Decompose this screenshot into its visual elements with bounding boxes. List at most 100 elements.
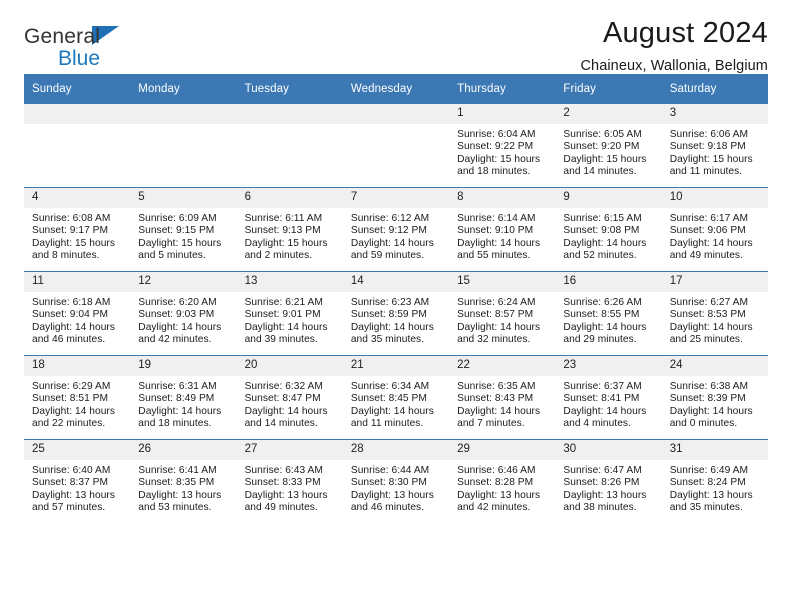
calendar-day-cell[interactable]: 6 Sunrise: 6:11 AM Sunset: 9:13 PM Daylight… [236,187,343,272]
calendar-day-cell[interactable]: 18 Sunrise: 6:29 AM Sunset: 8:51 PM Dayligh… [24,355,131,440]
page-title: August 2024 [602,17,768,49]
daylight-text: Daylight: 15 hours and 2 minutes. [244,237,328,262]
sunrise-text: Sunrise: 6:17 AM [669,213,749,224]
calendar-page: General Blue August 2024 Chaineux, Wallo… [0,0,792,612]
sunset-text: Sunset: 9:18 PM [669,141,746,153]
calendar-body: 1 Sunrise: 6:04 AM Sunset: 9:22 PM Daylight… [24,103,768,523]
calendar-day-cell[interactable]: 13 Sunrise: 6:21 AM Sunset: 9:01 PM Dayligh… [236,271,343,356]
title-block: August 2024 Chaineux, Wallonia, Belgium [580,0,768,74]
day-number: 9 [555,188,662,208]
day-details: Sunrise: 6:23 AM Sunset: 8:59 PM Daylight:… [343,292,449,347]
calendar-day-cell[interactable]: 11 Sunrise: 6:18 AM Sunset: 9:04 PM Dayligh… [24,271,131,356]
calendar-day-cell[interactable]: 16 Sunrise: 6:26 AM Sunset: 8:55 PM Dayligh… [555,271,662,356]
sunset-text: Sunset: 9:12 PM [350,225,427,237]
sunrise-text: Sunrise: 6:06 AM [669,129,749,140]
brand-name-general: General [24,25,101,48]
day-details: Sunrise: 6:34 AM Sunset: 8:45 PM Daylight:… [343,376,449,431]
calendar-day-cell[interactable]: 15 Sunrise: 6:24 AM Sunset: 8:57 PM Dayligh… [449,271,556,356]
brand-name-blue: Blue [58,47,101,70]
sunset-text: Sunset: 9:13 PM [244,225,321,237]
sunrise-text: Sunrise: 6:46 AM [457,465,536,476]
daylight-text: Daylight: 14 hours and 32 minutes. [457,321,541,346]
sunset-text: Sunset: 8:45 PM [350,393,427,405]
day-details: Sunrise: 6:31 AM Sunset: 8:49 PM Daylight:… [130,376,236,431]
calendar-day-cell[interactable]: 26 Sunrise: 6:41 AM Sunset: 8:35 PM Dayligh… [130,439,237,523]
day-number: 5 [130,188,237,208]
calendar-day-cell[interactable]: 22 Sunrise: 6:35 AM Sunset: 8:43 PM Dayligh… [449,355,556,440]
calendar-week-row: 4 Sunrise: 6:08 AM Sunset: 9:17 PM Daylight… [24,187,768,272]
day-details: Sunrise: 6:43 AM Sunset: 8:33 PM Daylight:… [237,460,343,515]
daylight-text: Daylight: 14 hours and 49 minutes. [669,237,753,262]
sunset-text: Sunset: 9:04 PM [32,309,109,321]
day-number: 4 [24,188,131,208]
daylight-text: Daylight: 14 hours and 18 minutes. [138,405,222,430]
calendar-day-cell[interactable]: 1 Sunrise: 6:04 AM Sunset: 9:22 PM Daylight… [449,103,556,188]
day-details: Sunrise: 6:11 AM Sunset: 9:13 PM Daylight:… [237,208,343,263]
calendar-day-cell[interactable]: 5 Sunrise: 6:09 AM Sunset: 9:15 PM Daylight… [130,187,237,272]
brand-logo[interactable]: General Blue [24,0,120,70]
day-number: 28 [342,440,450,460]
sunset-text: Sunset: 8:59 PM [350,309,427,321]
calendar-day-cell[interactable]: 8 Sunrise: 6:14 AM Sunset: 9:10 PM Daylight… [449,187,556,272]
calendar-day-cell[interactable]: 10 Sunrise: 6:17 AM Sunset: 9:06 PM Dayligh… [661,187,768,272]
calendar-week-row: 1 Sunrise: 6:04 AM Sunset: 9:22 PM Daylight… [24,103,768,188]
sunset-text: Sunset: 8:53 PM [669,309,746,321]
sunset-text: Sunset: 8:47 PM [244,393,321,405]
day-number [236,104,343,124]
calendar-day-cell[interactable]: 2 Sunrise: 6:05 AM Sunset: 9:20 PM Daylight… [555,103,662,188]
calendar-week-row: 11 Sunrise: 6:18 AM Sunset: 9:04 PM Dayligh… [24,271,768,356]
day-number: 20 [236,356,343,376]
calendar-day-cell[interactable]: 3 Sunrise: 6:06 AM Sunset: 9:18 PM Daylight… [661,103,768,188]
calendar-day-cell[interactable]: 4 Sunrise: 6:08 AM Sunset: 9:17 PM Daylight… [24,187,131,272]
calendar-day-cell[interactable]: 30 Sunrise: 6:47 AM Sunset: 8:26 PM Dayligh… [555,439,662,523]
calendar-day-cell[interactable]: 9 Sunrise: 6:15 AM Sunset: 9:08 PM Daylight… [555,187,662,272]
day-number: 3 [661,104,768,124]
calendar-day-cell-empty [342,103,450,188]
weekday-header-saturday: Saturday [661,74,768,104]
day-details: Sunrise: 6:17 AM Sunset: 9:06 PM Daylight:… [662,208,768,263]
calendar-day-cell[interactable]: 20 Sunrise: 6:32 AM Sunset: 8:47 PM Dayligh… [236,355,343,440]
day-details: Sunrise: 6:21 AM Sunset: 9:01 PM Daylight:… [237,292,343,347]
weekday-header-sunday: Sunday [24,74,131,104]
sunset-text: Sunset: 8:24 PM [669,477,746,489]
page-header: General Blue August 2024 Chaineux, Wallo… [24,0,768,74]
daylight-text: Daylight: 14 hours and 29 minutes. [563,321,647,346]
day-details: Sunrise: 6:46 AM Sunset: 8:28 PM Daylight:… [449,460,555,515]
calendar-day-cell[interactable]: 14 Sunrise: 6:23 AM Sunset: 8:59 PM Dayligh… [342,271,450,356]
calendar-day-cell[interactable]: 28 Sunrise: 6:44 AM Sunset: 8:30 PM Dayligh… [342,439,450,523]
sunset-text: Sunset: 8:57 PM [457,309,534,321]
calendar-day-cell-empty [130,103,237,188]
day-details: Sunrise: 6:09 AM Sunset: 9:15 PM Daylight:… [130,208,236,263]
calendar-day-cell[interactable]: 21 Sunrise: 6:34 AM Sunset: 8:45 PM Dayligh… [342,355,450,440]
calendar-day-cell-empty [236,103,343,188]
calendar-week-row: 18 Sunrise: 6:29 AM Sunset: 8:51 PM Dayligh… [24,355,768,440]
calendar-day-cell[interactable]: 25 Sunrise: 6:40 AM Sunset: 8:37 PM Dayligh… [24,439,131,523]
day-number: 15 [449,272,556,292]
calendar-day-cell[interactable]: 17 Sunrise: 6:27 AM Sunset: 8:53 PM Dayligh… [661,271,768,356]
sunrise-text: Sunrise: 6:20 AM [138,297,217,308]
calendar-day-cell[interactable]: 12 Sunrise: 6:20 AM Sunset: 9:03 PM Dayligh… [130,271,237,356]
day-number: 14 [342,272,450,292]
calendar-day-cell[interactable]: 23 Sunrise: 6:37 AM Sunset: 8:41 PM Dayligh… [555,355,662,440]
daylight-text: Daylight: 14 hours and 42 minutes. [138,321,222,346]
daylight-text: Daylight: 14 hours and 25 minutes. [669,321,753,346]
daylight-text: Daylight: 14 hours and 7 minutes. [457,405,541,430]
calendar-day-cell[interactable]: 19 Sunrise: 6:31 AM Sunset: 8:49 PM Dayligh… [130,355,237,440]
sunset-text: Sunset: 8:37 PM [32,477,109,489]
calendar-day-cell[interactable]: 29 Sunrise: 6:46 AM Sunset: 8:28 PM Dayligh… [449,439,556,523]
sunset-text: Sunset: 9:06 PM [669,225,746,237]
calendar-day-cell[interactable]: 7 Sunrise: 6:12 AM Sunset: 9:12 PM Daylight… [342,187,450,272]
calendar-day-cell[interactable]: 24 Sunrise: 6:38 AM Sunset: 8:39 PM Dayligh… [661,355,768,440]
day-details: Sunrise: 6:06 AM Sunset: 9:18 PM Daylight:… [662,124,768,179]
calendar-day-cell[interactable]: 27 Sunrise: 6:43 AM Sunset: 8:33 PM Dayligh… [236,439,343,523]
day-number: 2 [555,104,662,124]
day-number: 13 [236,272,343,292]
day-details: Sunrise: 6:27 AM Sunset: 8:53 PM Daylight:… [662,292,768,347]
day-details: Sunrise: 6:08 AM Sunset: 9:17 PM Daylight:… [24,208,130,263]
day-details: Sunrise: 6:49 AM Sunset: 8:24 PM Daylight:… [662,460,768,515]
calendar-day-cell[interactable]: 31 Sunrise: 6:49 AM Sunset: 8:24 PM Dayligh… [661,439,768,523]
day-number: 29 [449,440,556,460]
day-details: Sunrise: 6:14 AM Sunset: 9:10 PM Daylight:… [449,208,555,263]
day-number: 27 [236,440,343,460]
day-details: Sunrise: 6:05 AM Sunset: 9:20 PM Daylight:… [555,124,661,179]
